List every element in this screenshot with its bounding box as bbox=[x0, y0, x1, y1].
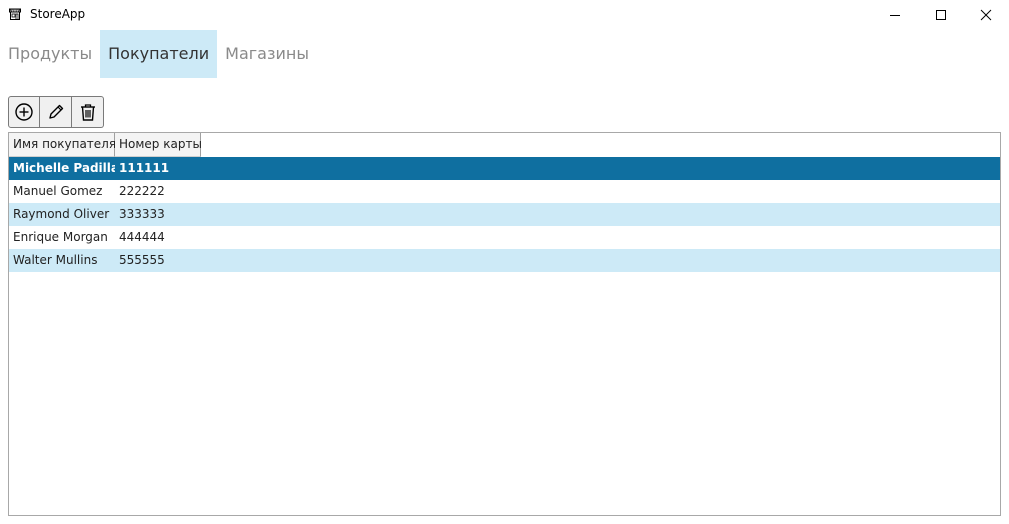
tab-bar: Продукты Покупатели Магазины bbox=[0, 30, 317, 78]
customers-grid[interactable]: Имя покупателя Номер карты Michelle Padi… bbox=[8, 132, 1001, 516]
delete-button[interactable] bbox=[72, 96, 104, 128]
add-icon bbox=[15, 103, 33, 121]
table-row[interactable]: Enrique Morgan 444444 bbox=[9, 226, 1000, 249]
column-header-name[interactable]: Имя покупателя bbox=[9, 133, 116, 157]
table-row[interactable]: Michelle Padilla 111111 bbox=[9, 157, 1000, 180]
minimize-icon bbox=[890, 15, 900, 16]
close-icon bbox=[980, 9, 992, 21]
table-row[interactable]: Raymond Oliver 333333 bbox=[9, 203, 1000, 226]
grid-header: Имя покупателя Номер карты bbox=[9, 133, 1000, 157]
cell-card-number: 555555 bbox=[119, 253, 165, 267]
cell-customer-name: Enrique Morgan bbox=[13, 230, 108, 244]
cell-customer-name: Michelle Padilla bbox=[13, 161, 115, 175]
column-header-card[interactable]: Номер карты bbox=[115, 133, 202, 157]
tab-customers[interactable]: Покупатели bbox=[100, 30, 218, 78]
cell-card-number: 333333 bbox=[119, 207, 165, 221]
edit-icon bbox=[48, 104, 63, 119]
maximize-icon bbox=[936, 10, 946, 20]
delete-icon bbox=[80, 104, 95, 121]
tab-stores[interactable]: Магазины bbox=[217, 30, 317, 78]
table-row[interactable]: Walter Mullins 555555 bbox=[9, 249, 1000, 272]
cell-card-number: 111111 bbox=[119, 161, 170, 175]
tab-products[interactable]: Продукты bbox=[0, 30, 100, 78]
toolbar bbox=[8, 96, 104, 128]
cell-customer-name: Walter Mullins bbox=[13, 253, 98, 267]
title-bar: StoreApp bbox=[0, 0, 1009, 30]
cell-customer-name: Manuel Gomez bbox=[13, 184, 103, 198]
cell-card-number: 444444 bbox=[119, 230, 165, 244]
store-icon bbox=[9, 8, 21, 20]
window-title: StoreApp bbox=[30, 7, 86, 21]
maximize-button[interactable] bbox=[918, 0, 964, 30]
table-row[interactable]: Manuel Gomez 222222 bbox=[9, 180, 1000, 203]
close-button[interactable] bbox=[963, 0, 1009, 30]
add-button[interactable] bbox=[8, 96, 40, 128]
cell-card-number: 222222 bbox=[119, 184, 165, 198]
cell-customer-name: Raymond Oliver bbox=[13, 207, 110, 221]
edit-button[interactable] bbox=[40, 96, 72, 128]
minimize-button[interactable] bbox=[872, 0, 918, 30]
